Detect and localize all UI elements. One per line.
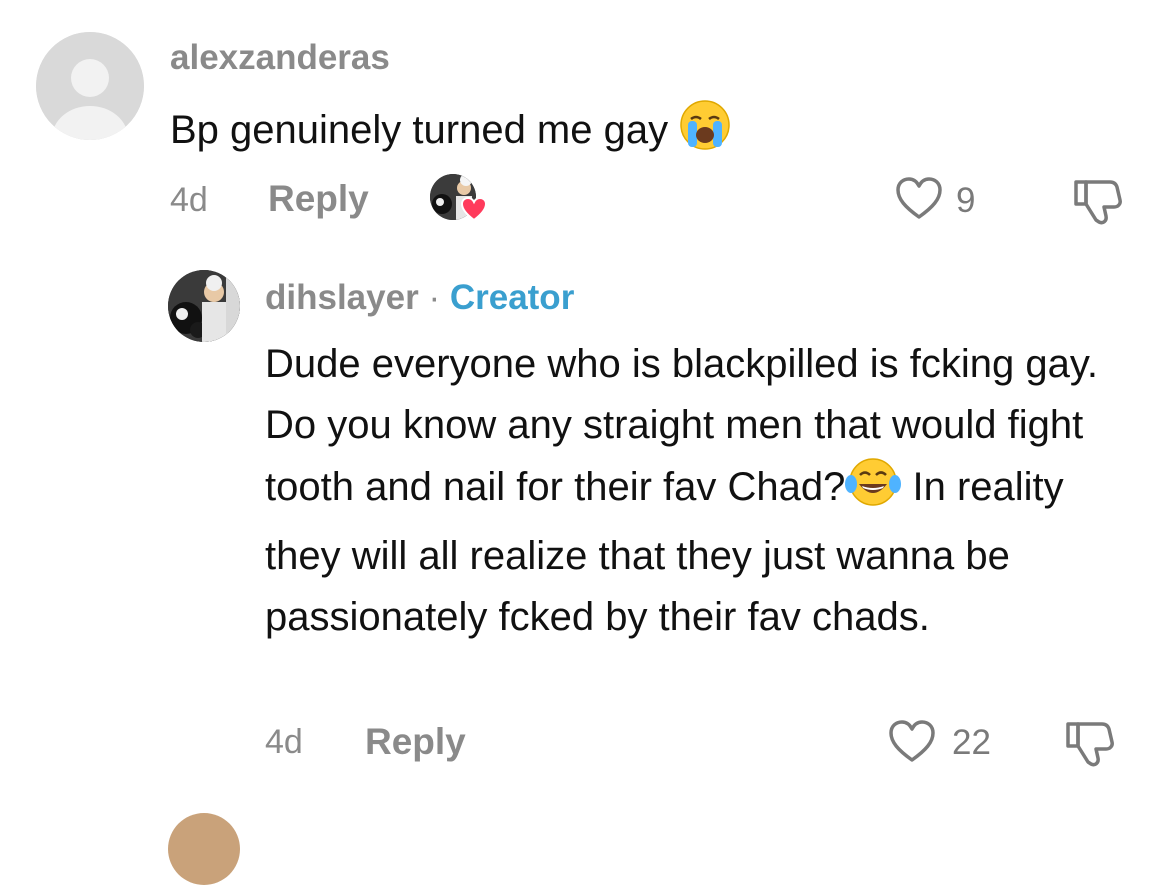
comment-time: 4d [265, 723, 303, 761]
thumbs-down-outline-icon [1066, 722, 1114, 767]
reply-button[interactable]: Reply [365, 721, 466, 763]
like-button[interactable] [887, 718, 937, 769]
like-count: 9 [956, 181, 976, 220]
user-photo [168, 270, 240, 342]
comment-username[interactable]: dihslayer [265, 278, 419, 317]
like-button[interactable] [894, 175, 944, 226]
comment-body: Bp genuinely turned me gay [170, 108, 669, 152]
comment-header: dihslayer · Creator [265, 278, 574, 318]
tears-of-joy-emoji-icon [845, 456, 902, 526]
reply-button[interactable]: Reply [268, 178, 369, 220]
heart-outline-icon [896, 177, 942, 219]
dislike-button[interactable] [1072, 176, 1124, 231]
separator-dot: · [428, 278, 441, 317]
dislike-button[interactable] [1064, 718, 1116, 773]
comment-text: Dude everyone who is blackpilled is fcki… [265, 334, 1125, 648]
heart-outline-icon [889, 720, 935, 762]
heart-filled-icon [460, 196, 488, 222]
avatar[interactable] [168, 270, 240, 342]
comment-username[interactable]: alexzanderas [170, 38, 390, 78]
next-comment-avatar[interactable] [168, 813, 240, 885]
like-count: 22 [952, 723, 991, 762]
avatar-default[interactable] [36, 32, 144, 140]
default-user-icon [36, 32, 144, 140]
creator-badge: Creator [449, 278, 575, 317]
creator-liked-badge [430, 174, 488, 224]
loudly-crying-emoji-icon [679, 99, 731, 169]
thumbs-down-outline-icon [1074, 180, 1122, 225]
comment-time: 4d [170, 181, 208, 219]
comment-text: Bp genuinely turned me gay [170, 99, 731, 169]
